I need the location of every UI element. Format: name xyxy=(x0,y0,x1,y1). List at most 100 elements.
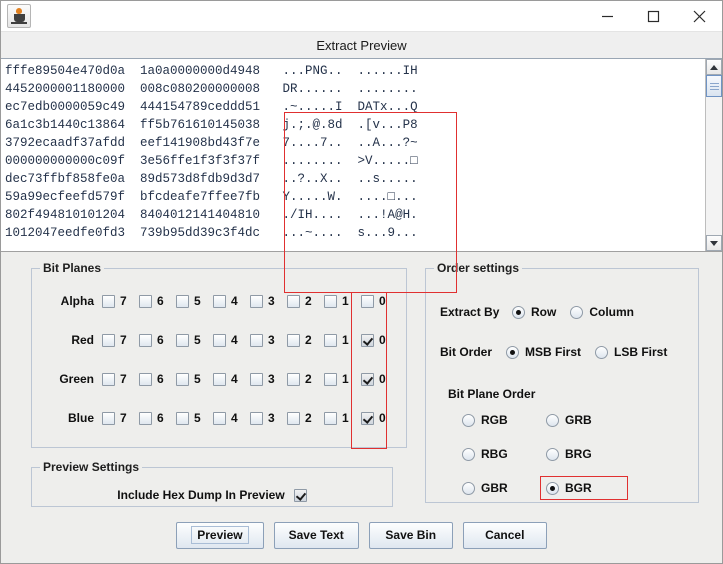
checkbox-alpha-bit-1[interactable] xyxy=(324,294,337,308)
checkbox-green-bit-4[interactable] xyxy=(213,372,226,386)
close-button[interactable] xyxy=(676,1,722,31)
save-text-button[interactable]: Save Text xyxy=(273,521,359,549)
radio-label: LSB First xyxy=(614,345,668,359)
checkbox-blue-bit-7[interactable] xyxy=(102,411,115,425)
preview-settings-group: Preview Settings Include Hex Dump In Pre… xyxy=(31,460,393,507)
checkbox-green-bit-2[interactable] xyxy=(287,372,300,386)
include-hex-dump-row: Include Hex Dump In Preview xyxy=(32,488,392,502)
bit-plane-row-red: Red 7 6 5 4 3 2 1 0 xyxy=(32,331,406,349)
checkbox-green-bit-1[interactable] xyxy=(324,372,337,386)
scroll-down-arrow-icon[interactable] xyxy=(706,235,722,251)
checkbox-alpha-bit-7[interactable] xyxy=(102,294,115,308)
radio-extract-by-row[interactable]: Row xyxy=(512,305,556,319)
save-bin-button-label: Save Bin xyxy=(385,528,437,542)
checkbox-red-bit-7[interactable] xyxy=(102,333,115,347)
bit-index-label: 7 xyxy=(120,372,127,386)
radio-extract-by-column[interactable]: Column xyxy=(570,305,634,319)
bit-planes-group: Bit Planes Alpha 7 6 5 4 3 2 1 0 Red 7 6 5 4 3 2 1 0 Green… xyxy=(31,261,407,449)
checkbox-red-bit-0[interactable] xyxy=(361,333,374,347)
checkbox-blue-bit-4[interactable] xyxy=(213,411,226,425)
checkbox-green-bit-5[interactable] xyxy=(176,372,189,386)
radio-label: Row xyxy=(531,305,557,319)
bit-index-label: 4 xyxy=(231,333,238,347)
bit-plane-cell: 5 xyxy=(176,294,213,308)
preview-settings-title: Preview Settings xyxy=(43,460,140,474)
bit-plane-cell: 1 xyxy=(324,411,361,425)
bit-order-label: Bit Order xyxy=(440,345,493,359)
scrollbar-track[interactable] xyxy=(706,75,722,235)
bit-plane-cell: 4 xyxy=(213,372,250,386)
radio-label: BRG xyxy=(565,447,592,461)
bit-plane-checkbox-group: 7 6 5 4 3 2 1 0 xyxy=(102,294,398,308)
bit-index-label: 1 xyxy=(342,372,349,386)
radio-bit-plane-order-brg[interactable]: BRG xyxy=(542,445,626,463)
checkbox-red-bit-1[interactable] xyxy=(324,333,337,347)
radio-bit-plane-order-grb[interactable]: GRB xyxy=(542,411,626,429)
bit-index-label: 6 xyxy=(157,372,164,386)
radio-bit-plane-order-rgb[interactable]: RGB xyxy=(458,411,542,429)
save-bin-button[interactable]: Save Bin xyxy=(368,521,453,549)
include-hex-dump-checkbox[interactable] xyxy=(293,488,307,502)
bit-index-label: 6 xyxy=(157,333,164,347)
hex-dump-textarea[interactable]: fffe89504e470d0a 1a0a0000000d4948 ...PNG… xyxy=(1,59,705,251)
checkbox-blue-bit-2[interactable] xyxy=(287,411,300,425)
bit-plane-cell: 3 xyxy=(250,372,287,386)
radio-label: RBG xyxy=(481,447,508,461)
checkbox-blue-bit-5[interactable] xyxy=(176,411,189,425)
checkbox-green-bit-0[interactable] xyxy=(361,372,374,386)
checkbox-alpha-bit-5[interactable] xyxy=(176,294,189,308)
scrollbar-thumb[interactable] xyxy=(706,75,722,97)
checkbox-alpha-bit-6[interactable] xyxy=(139,294,152,308)
order-settings-group: Order settings Extract By Row Column Bit… xyxy=(425,261,699,503)
bit-plane-cell: 1 xyxy=(324,333,361,347)
radio-bit-plane-order-gbr[interactable]: GBR xyxy=(458,479,542,497)
checkbox-blue-bit-3[interactable] xyxy=(250,411,263,425)
radio-bit-order-lsb-first[interactable]: LSB First xyxy=(595,345,667,359)
bit-index-label: 5 xyxy=(194,333,201,347)
bit-plane-row-blue: Blue 7 6 5 4 3 2 1 0 xyxy=(32,409,406,427)
cancel-button[interactable]: Cancel xyxy=(462,521,547,549)
scroll-up-arrow-icon[interactable] xyxy=(706,59,722,75)
checkbox-blue-bit-1[interactable] xyxy=(324,411,337,425)
bit-plane-cell: 0 xyxy=(361,294,398,308)
settings-area: Bit Planes Alpha 7 6 5 4 3 2 1 0 Red 7 6 5 4 3 2 1 0 Green… xyxy=(1,252,722,507)
radio-indicator xyxy=(546,447,559,461)
checkbox-alpha-bit-0[interactable] xyxy=(361,294,374,308)
checkbox-alpha-bit-4[interactable] xyxy=(213,294,226,308)
bit-plane-cell: 6 xyxy=(139,411,176,425)
dialog-button-bar: Preview Save Text Save Bin Cancel xyxy=(1,507,722,563)
extract-by-row: Extract By Row Column xyxy=(440,305,648,319)
checkbox-red-bit-5[interactable] xyxy=(176,333,189,347)
radio-bit-order-msb-first[interactable]: MSB First xyxy=(506,345,581,359)
checkbox-red-bit-4[interactable] xyxy=(213,333,226,347)
checkbox-red-bit-2[interactable] xyxy=(287,333,300,347)
checkbox-alpha-bit-2[interactable] xyxy=(287,294,300,308)
bit-index-label: 6 xyxy=(157,411,164,425)
checkbox-green-bit-6[interactable] xyxy=(139,372,152,386)
bit-plane-cell: 7 xyxy=(102,333,139,347)
bit-index-label: 5 xyxy=(194,294,201,308)
preview-button[interactable]: Preview xyxy=(176,521,264,549)
bit-plane-cell: 3 xyxy=(250,411,287,425)
bit-index-label: 6 xyxy=(157,294,164,308)
bit-plane-cell: 0 xyxy=(361,372,398,386)
maximize-button[interactable] xyxy=(630,1,676,31)
page-title-text: Extract Preview xyxy=(316,37,407,53)
checkbox-red-bit-3[interactable] xyxy=(250,333,263,347)
extract-preview-window: Extract Preview fffe89504e470d0a 1a0a000… xyxy=(0,0,723,564)
bit-plane-cell: 1 xyxy=(324,372,361,386)
minimize-button[interactable] xyxy=(584,1,630,31)
checkbox-green-bit-7[interactable] xyxy=(102,372,115,386)
bit-plane-row-alpha: Alpha 7 6 5 4 3 2 1 0 xyxy=(32,292,406,310)
radio-bit-plane-order-bgr[interactable]: BGR xyxy=(540,476,628,500)
bit-index-label: 5 xyxy=(194,411,201,425)
bit-plane-cell: 2 xyxy=(287,333,324,347)
bit-plane-cell: 7 xyxy=(102,372,139,386)
radio-bit-plane-order-rbg[interactable]: RBG xyxy=(458,445,542,463)
checkbox-blue-bit-0[interactable] xyxy=(361,411,374,425)
checkbox-red-bit-6[interactable] xyxy=(139,333,152,347)
checkbox-alpha-bit-3[interactable] xyxy=(250,294,263,308)
preview-scrollbar[interactable] xyxy=(705,59,722,251)
checkbox-blue-bit-6[interactable] xyxy=(139,411,152,425)
checkbox-green-bit-3[interactable] xyxy=(250,372,263,386)
